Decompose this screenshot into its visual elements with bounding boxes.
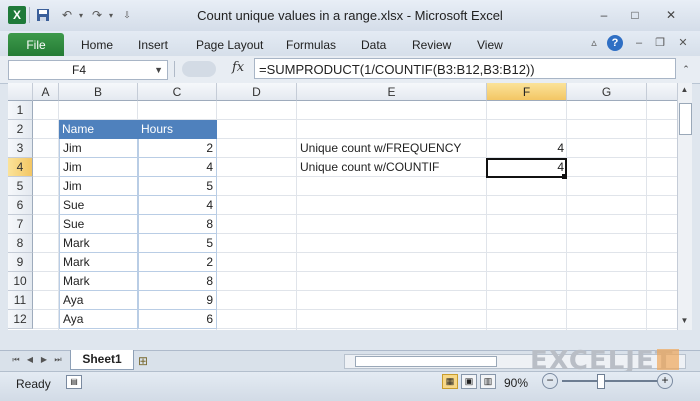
table-cell-hours[interactable]: 5 <box>138 177 217 196</box>
tab-formulas[interactable]: Formulas <box>286 38 336 52</box>
row-header-3[interactable]: 3 <box>8 139 33 158</box>
scroll-up-icon[interactable]: ▲ <box>678 85 691 97</box>
table-cell-hours[interactable]: 2 <box>138 139 217 158</box>
select-all-corner[interactable] <box>8 83 33 101</box>
minimize-ribbon-icon[interactable]: ▵ <box>586 35 602 51</box>
workbook-close-icon[interactable]: ✕ <box>675 35 691 51</box>
tab-page-layout[interactable]: Page Layout <box>196 38 263 52</box>
tab-insert[interactable]: Insert <box>138 38 168 52</box>
table-cell-name[interactable]: Aya <box>59 291 138 310</box>
scroll-down-icon[interactable]: ▼ <box>678 316 691 328</box>
page-layout-view-icon[interactable]: ▣ <box>461 374 477 389</box>
table-cell-hours[interactable]: 2 <box>138 253 217 272</box>
first-sheet-icon[interactable]: ⏮ <box>10 355 22 365</box>
insert-sheet-icon[interactable]: ⊞ <box>138 354 148 368</box>
window-title: Count unique values in a range.xlsx - Mi… <box>197 8 503 23</box>
column-header-b[interactable]: B <box>59 83 138 101</box>
table-cell-hours[interactable]: 6 <box>138 310 217 329</box>
gridline <box>566 101 567 330</box>
zoom-slider-thumb[interactable] <box>597 374 605 389</box>
result-value-frequency[interactable]: 4 <box>487 139 567 158</box>
exceljet-logo-icon <box>657 349 679 370</box>
minimize-button[interactable]: – <box>596 8 612 22</box>
next-sheet-icon[interactable]: ▶ <box>38 355 50 364</box>
name-box[interactable]: F4 ▼ <box>8 60 168 80</box>
status-bar <box>0 371 700 401</box>
column-header-f[interactable]: F <box>487 83 567 101</box>
table-cell-hours[interactable]: 5 <box>138 234 217 253</box>
tab-view[interactable]: View <box>477 38 503 52</box>
divider <box>174 61 175 77</box>
row-header-10[interactable]: 10 <box>8 272 33 291</box>
row-header-9[interactable]: 9 <box>8 253 33 272</box>
table-cell-hours[interactable]: 8 <box>138 272 217 291</box>
gridline <box>296 101 297 330</box>
row-header-8[interactable]: 8 <box>8 234 33 253</box>
prev-sheet-icon[interactable]: ◀ <box>24 355 36 364</box>
row-header-1[interactable]: 1 <box>8 101 33 120</box>
zoom-slider-track[interactable] <box>562 380 657 382</box>
name-box-value: F4 <box>71 63 86 77</box>
maximize-button[interactable]: □ <box>627 8 643 22</box>
formula-buttons-area <box>182 61 216 77</box>
formula-input[interactable]: =SUMPRODUCT(1/COUNTIF(B3:B12,B3:B12)) <box>254 58 676 79</box>
horizontal-scroll-thumb[interactable] <box>355 356 497 367</box>
tab-review[interactable]: Review <box>412 38 451 52</box>
column-header-g[interactable]: G <box>567 83 647 101</box>
macro-recording-icon[interactable]: ▤ <box>66 375 82 389</box>
row-header-11[interactable]: 11 <box>8 291 33 310</box>
table-cell-name[interactable]: Mark <box>59 253 138 272</box>
row-header-12[interactable]: 12 <box>8 310 33 329</box>
table-cell-name[interactable]: Mark <box>59 272 138 291</box>
row-header-2[interactable]: 2 <box>8 120 33 139</box>
result-label-countif[interactable]: Unique count w/COUNTIF <box>297 158 486 177</box>
help-icon[interactable]: ? <box>607 35 623 51</box>
tab-file[interactable]: File <box>8 33 64 57</box>
status-ready: Ready <box>16 377 51 391</box>
insert-function-button[interactable]: fx <box>232 60 244 75</box>
table-cell-hours[interactable]: 4 <box>138 196 217 215</box>
row-header-6[interactable]: 6 <box>8 196 33 215</box>
result-label-frequency[interactable]: Unique count w/FREQUENCY <box>297 139 486 158</box>
column-header-e[interactable]: E <box>297 83 487 101</box>
tab-data[interactable]: Data <box>361 38 386 52</box>
row-header-4[interactable]: 4 <box>8 158 33 177</box>
row-header-5[interactable]: 5 <box>8 177 33 196</box>
zoom-out-icon[interactable]: − <box>542 373 558 389</box>
vertical-scroll-thumb[interactable] <box>679 103 692 135</box>
zoom-level[interactable]: 90% <box>504 376 528 390</box>
table-cell-name[interactable]: Aya <box>59 310 138 329</box>
table-header-hours[interactable]: Hours <box>138 120 217 139</box>
active-cell-border <box>486 158 567 178</box>
zoom-in-icon[interactable]: + <box>657 373 673 389</box>
table-cell-name[interactable]: Sue <box>59 215 138 234</box>
column-header-a[interactable]: A <box>33 83 59 101</box>
table-cell-name[interactable]: Sue <box>59 196 138 215</box>
workbook-restore-icon[interactable]: ❐ <box>652 35 668 51</box>
table-header-name[interactable]: Name <box>59 120 138 139</box>
column-header-d[interactable]: D <box>217 83 297 101</box>
tab-home[interactable]: Home <box>81 38 113 52</box>
table-cell-name[interactable]: Jim <box>59 139 138 158</box>
table-cell-hours[interactable]: 8 <box>138 215 217 234</box>
table-cell-hours[interactable]: 9 <box>138 291 217 310</box>
normal-view-icon[interactable]: ▦ <box>442 374 458 389</box>
sheet-tab-sheet1[interactable]: Sheet1 <box>70 350 134 370</box>
workbook-minimize-icon[interactable]: – <box>631 35 647 51</box>
worksheet-grid[interactable]: A B C D E F G 1 2 3 4 5 6 7 8 9 10 11 12… <box>8 83 692 330</box>
close-button[interactable]: ✕ <box>656 8 686 22</box>
table-cell-name[interactable]: Jim <box>59 158 138 177</box>
expand-formula-icon[interactable]: ⌃ <box>680 60 692 78</box>
chevron-down-icon[interactable]: ▼ <box>154 61 163 79</box>
row-header-7[interactable]: 7 <box>8 215 33 234</box>
page-break-view-icon[interactable]: ▥ <box>480 374 496 389</box>
table-cell-name[interactable]: Mark <box>59 234 138 253</box>
gridline <box>486 101 487 330</box>
gridline <box>646 101 647 330</box>
fill-handle[interactable] <box>562 174 567 179</box>
column-header-c[interactable]: C <box>138 83 217 101</box>
table-cell-name[interactable]: Jim <box>59 177 138 196</box>
table-cell-hours[interactable]: 4 <box>138 158 217 177</box>
last-sheet-icon[interactable]: ⏭ <box>52 355 64 365</box>
